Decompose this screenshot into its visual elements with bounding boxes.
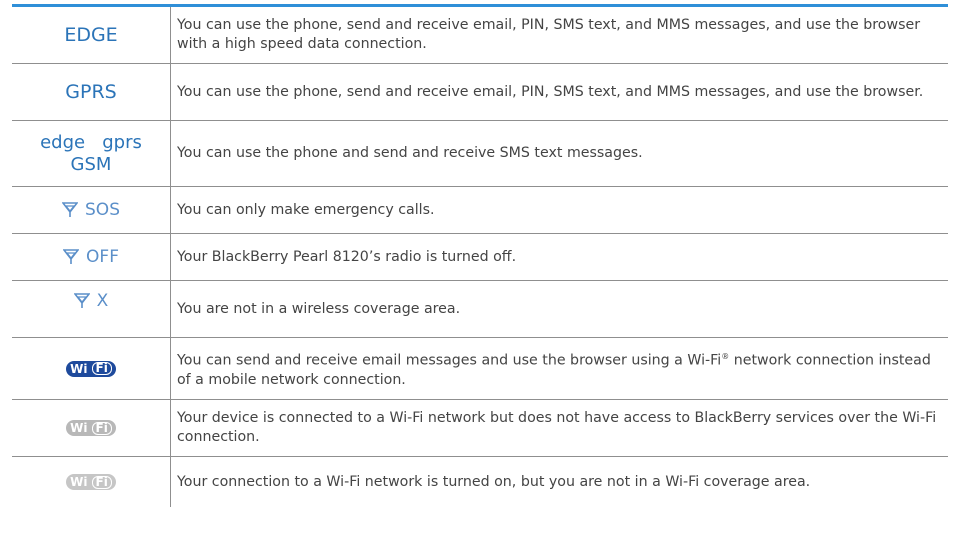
gsm-indicator: edge gprs GSM bbox=[40, 132, 142, 176]
wifi-connected-icon: Wi Fi bbox=[66, 360, 116, 377]
signal-antenna-icon bbox=[62, 202, 79, 217]
wifi-wi-label: Wi bbox=[70, 361, 88, 376]
icon-cell: Wi Fi bbox=[12, 400, 171, 456]
description-text: Your device is connected to a Wi-Fi netw… bbox=[177, 410, 937, 445]
description-text: You can send and receive email messages … bbox=[177, 347, 948, 390]
table-row: OFF Your BlackBerry Pearl 8120’s radio i… bbox=[12, 234, 948, 281]
icon-cell: Wi Fi bbox=[12, 457, 171, 507]
description-cell: You can use the phone, send and receive … bbox=[171, 64, 948, 120]
wifi-fi-label: Fi bbox=[91, 421, 112, 435]
description-cell: You can only make emergency calls. bbox=[171, 187, 948, 233]
table-row: Wi Fi You can send and receive email mess… bbox=[12, 338, 948, 400]
description-cell: Your connection to a Wi-Fi network is tu… bbox=[171, 457, 948, 507]
description-cell: Your BlackBerry Pearl 8120’s radio is tu… bbox=[171, 234, 948, 280]
wifi-fi-label: Fi bbox=[91, 362, 112, 375]
signal-antenna-icon bbox=[63, 249, 80, 264]
no-coverage-indicator: X bbox=[73, 291, 109, 311]
icon-cell: X bbox=[12, 281, 171, 337]
icon-cell: OFF bbox=[12, 234, 171, 280]
icon-cell: GPRS bbox=[12, 64, 171, 120]
description-text: Your BlackBerry Pearl 8120’s radio is tu… bbox=[177, 248, 517, 265]
sos-indicator: SOS bbox=[62, 200, 120, 220]
description-text: You are not in a wireless coverage area. bbox=[177, 300, 461, 317]
icon-cell: edge gprs GSM bbox=[12, 121, 171, 186]
icon-cell: EDGE bbox=[12, 7, 171, 63]
wifi-fi-label: Fi bbox=[91, 475, 112, 489]
description-part-a: You can send and receive email messages … bbox=[177, 352, 722, 369]
wifi-wi-label: Wi bbox=[70, 475, 88, 489]
description-text: Your connection to a Wi-Fi network is tu… bbox=[177, 473, 811, 490]
icon-cell: SOS bbox=[12, 187, 171, 233]
table-row: Wi Fi Your connection to a Wi-Fi network … bbox=[12, 457, 948, 507]
edge-indicator: EDGE bbox=[64, 24, 118, 46]
description-text: You can use the phone, send and receive … bbox=[177, 17, 921, 52]
gsm-indicator-line2: GSM bbox=[70, 153, 112, 175]
description-cell: You can use the phone and send and recei… bbox=[171, 121, 948, 186]
indicator-table: EDGE You can use the phone, send and rec… bbox=[12, 7, 948, 507]
description-text: You can use the phone and send and recei… bbox=[177, 145, 643, 161]
description-text: You can use the phone, send and receive … bbox=[177, 83, 924, 100]
gprs-indicator: GPRS bbox=[65, 81, 117, 103]
description-cell: You can use the phone, send and receive … bbox=[171, 7, 948, 63]
description-cell: You can send and receive email messages … bbox=[171, 338, 948, 399]
wifi-no-services-icon: Wi Fi bbox=[66, 420, 116, 436]
table-row: X You are not in a wireless coverage are… bbox=[12, 281, 948, 338]
description-cell: Your device is connected to a Wi-Fi netw… bbox=[171, 400, 948, 456]
table-row: SOS You can only make emergency calls. bbox=[12, 187, 948, 234]
table-row: EDGE You can use the phone, send and rec… bbox=[12, 7, 948, 64]
x-label: X bbox=[96, 291, 109, 311]
table-row: Wi Fi Your device is connected to a Wi-Fi… bbox=[12, 400, 948, 457]
off-label: OFF bbox=[86, 247, 119, 267]
table-row: edge gprs GSM You can use the phone and … bbox=[12, 121, 948, 187]
icon-cell: Wi Fi bbox=[12, 338, 171, 399]
radio-off-indicator: OFF bbox=[63, 247, 119, 267]
sos-label: SOS bbox=[85, 200, 120, 220]
description-text: You can only make emergency calls. bbox=[177, 201, 435, 218]
description-cell: You are not in a wireless coverage area. bbox=[171, 281, 948, 337]
gsm-indicator-line1: edge gprs bbox=[40, 131, 142, 153]
wifi-no-coverage-icon: Wi Fi bbox=[66, 474, 116, 490]
signal-antenna-icon bbox=[73, 293, 90, 308]
wifi-wi-label: Wi bbox=[70, 421, 88, 435]
table-row: GPRS You can use the phone, send and rec… bbox=[12, 64, 948, 121]
